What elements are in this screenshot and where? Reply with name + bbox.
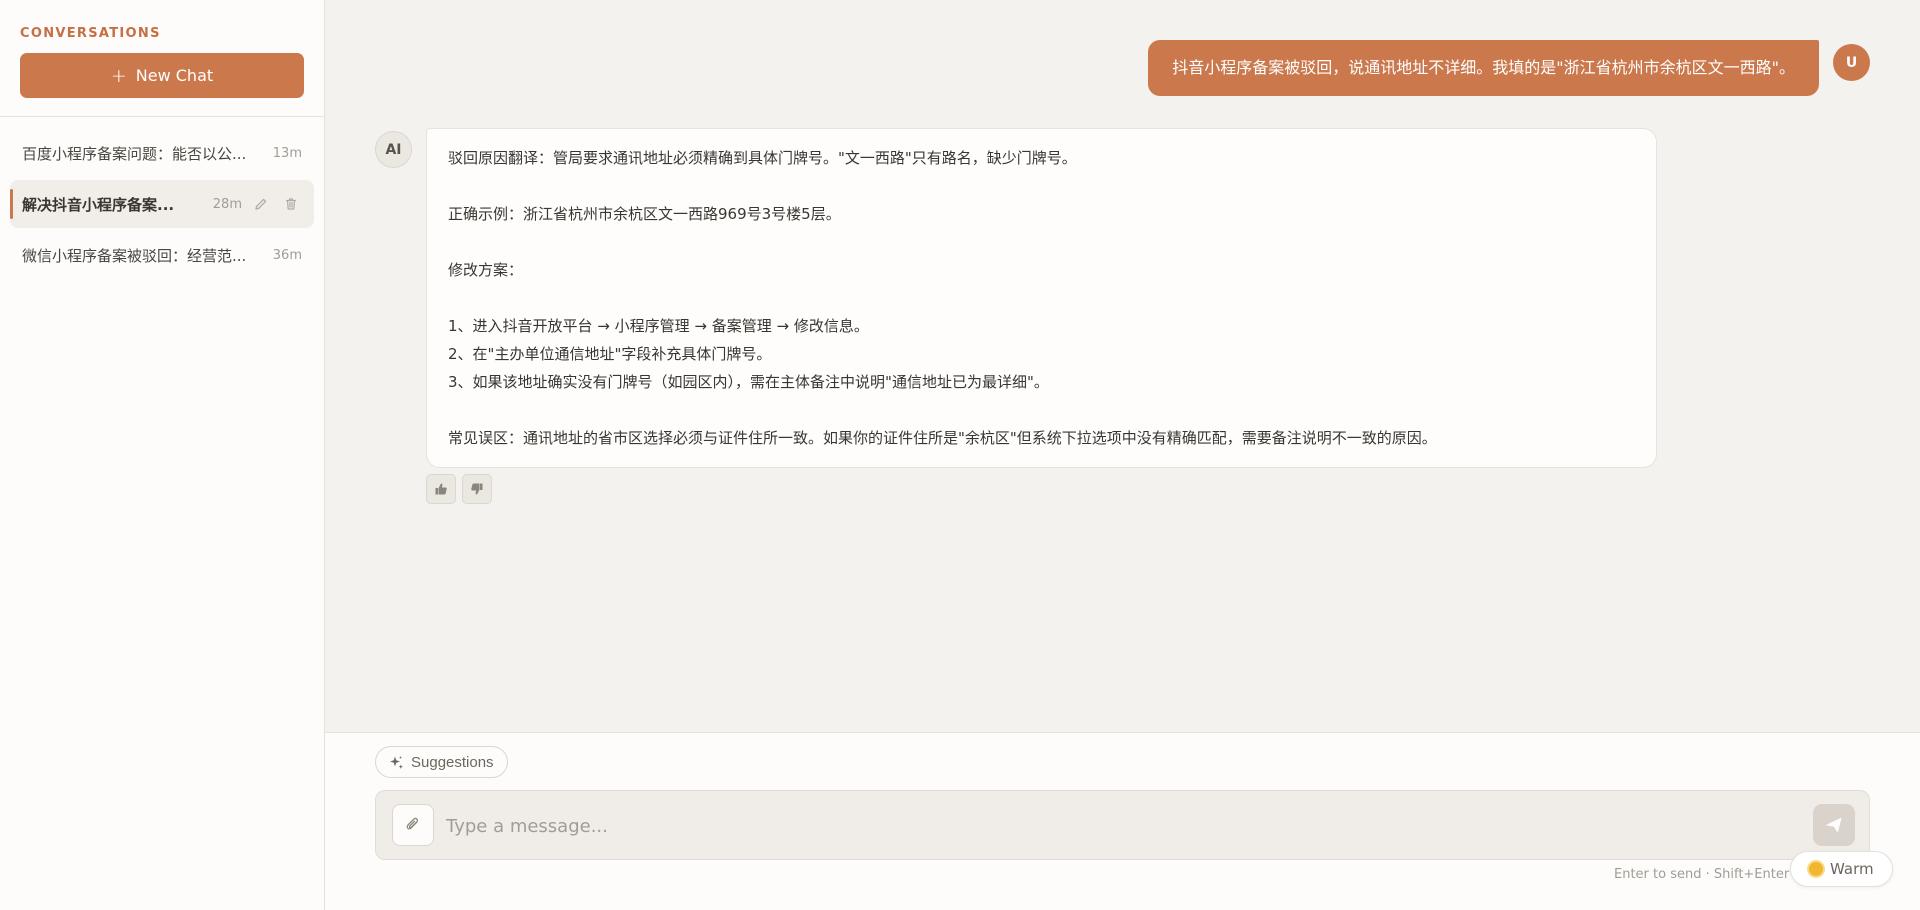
- conversation-time: 13m: [272, 145, 302, 161]
- ai-message-row: AI 驳回原因翻译：管局要求通讯地址必须精确到具体门牌号。"文一西路"只有路名，…: [375, 128, 1657, 504]
- conversation-title: 百度小程序备案问题：能否以公...: [22, 144, 247, 163]
- plus-icon: +: [110, 64, 127, 87]
- thumbs-down-icon[interactable]: [462, 474, 492, 504]
- conversation-time: 36m: [272, 247, 302, 263]
- sidebar: CONVERSATIONS + New Chat 百度小程序备案问题：能否以公.…: [0, 0, 325, 910]
- suggestions-button[interactable]: Suggestions: [375, 746, 508, 778]
- new-chat-label: New Chat: [135, 66, 214, 85]
- conversation-time: 28m: [212, 196, 242, 212]
- message-input[interactable]: [446, 808, 1786, 844]
- chat-area: 抖音小程序备案被驳回，说通讯地址不详细。我填的是"浙江省杭州市余杭区文一西路"。…: [325, 0, 1920, 732]
- paperclip-icon[interactable]: [392, 804, 434, 846]
- user-message-bubble: 抖音小程序备案被驳回，说通讯地址不详细。我填的是"浙江省杭州市余杭区文一西路"。: [1148, 40, 1819, 96]
- conversation-item[interactable]: 百度小程序备案问题：能否以公... 13m: [10, 129, 314, 177]
- main-panel: 抖音小程序备案被驳回，说通讯地址不详细。我填的是"浙江省杭州市余杭区文一西路"。…: [325, 0, 1920, 910]
- sparkle-icon: [390, 755, 403, 769]
- message-input-box: [375, 790, 1870, 860]
- new-chat-button[interactable]: + New Chat: [20, 53, 304, 98]
- app-root: CONVERSATIONS + New Chat 百度小程序备案问题：能否以公.…: [0, 0, 1920, 910]
- ai-message-bubble: 驳回原因翻译：管局要求通讯地址必须精确到具体门牌号。"文一西路"只有路名，缺少门…: [426, 128, 1657, 468]
- ai-message-step: 1、进入抖音开放平台 → 小程序管理 → 备案管理 → 修改信息。: [448, 317, 869, 335]
- sidebar-title: CONVERSATIONS: [20, 26, 161, 41]
- trash-icon[interactable]: [280, 193, 302, 215]
- ai-message-line: 修改方案：: [448, 261, 524, 279]
- ai-message-line: 驳回原因翻译：管局要求通讯地址必须精确到具体门牌号。"文一西路"只有路名，缺少门…: [448, 149, 1077, 167]
- ai-message-line: 常见误区：通讯地址的省市区选择必须与证件住所一致。如果你的证件住所是"余杭区"但…: [448, 429, 1437, 447]
- sidebar-header: CONVERSATIONS + New Chat: [0, 0, 324, 117]
- user-avatar: U: [1833, 44, 1870, 81]
- send-icon[interactable]: [1813, 804, 1855, 846]
- user-message-row: 抖音小程序备案被驳回，说通讯地址不详细。我填的是"浙江省杭州市余杭区文一西路"。…: [1148, 40, 1870, 96]
- conversation-list: 百度小程序备案问题：能否以公... 13m 解决抖音小程序备案... 28m 微…: [0, 117, 324, 294]
- sun-icon: [1809, 862, 1823, 876]
- ai-message-line: 正确示例：浙江省杭州市余杭区文一西路969号3号楼5层。: [448, 205, 841, 223]
- ai-message-step: 3、如果该地址确实没有门牌号（如园区内），需在主体备注中说明"通信地址已为最详细…: [448, 373, 1049, 391]
- composer: Suggestions Enter to send · Shift+Enter …: [325, 732, 1920, 910]
- ai-avatar: AI: [375, 131, 412, 168]
- theme-label: Warm: [1830, 860, 1874, 878]
- feedback-bar: [426, 474, 1657, 504]
- ai-message-step: 2、在"主办单位通信地址"字段补充具体门牌号。: [448, 345, 772, 363]
- pencil-icon[interactable]: [250, 193, 272, 215]
- conversation-title: 解决抖音小程序备案...: [22, 195, 175, 214]
- conversation-item-active[interactable]: 解决抖音小程序备案... 28m: [10, 180, 314, 228]
- conversation-title: 微信小程序备案被驳回：经营范...: [22, 246, 247, 265]
- thumbs-up-icon[interactable]: [426, 474, 456, 504]
- theme-toggle[interactable]: Warm: [1790, 851, 1893, 887]
- conversation-item[interactable]: 微信小程序备案被驳回：经营范... 36m: [10, 231, 314, 279]
- ai-message-column: 驳回原因翻译：管局要求通讯地址必须精确到具体门牌号。"文一西路"只有路名，缺少门…: [426, 128, 1657, 504]
- suggestions-label: Suggestions: [411, 753, 494, 771]
